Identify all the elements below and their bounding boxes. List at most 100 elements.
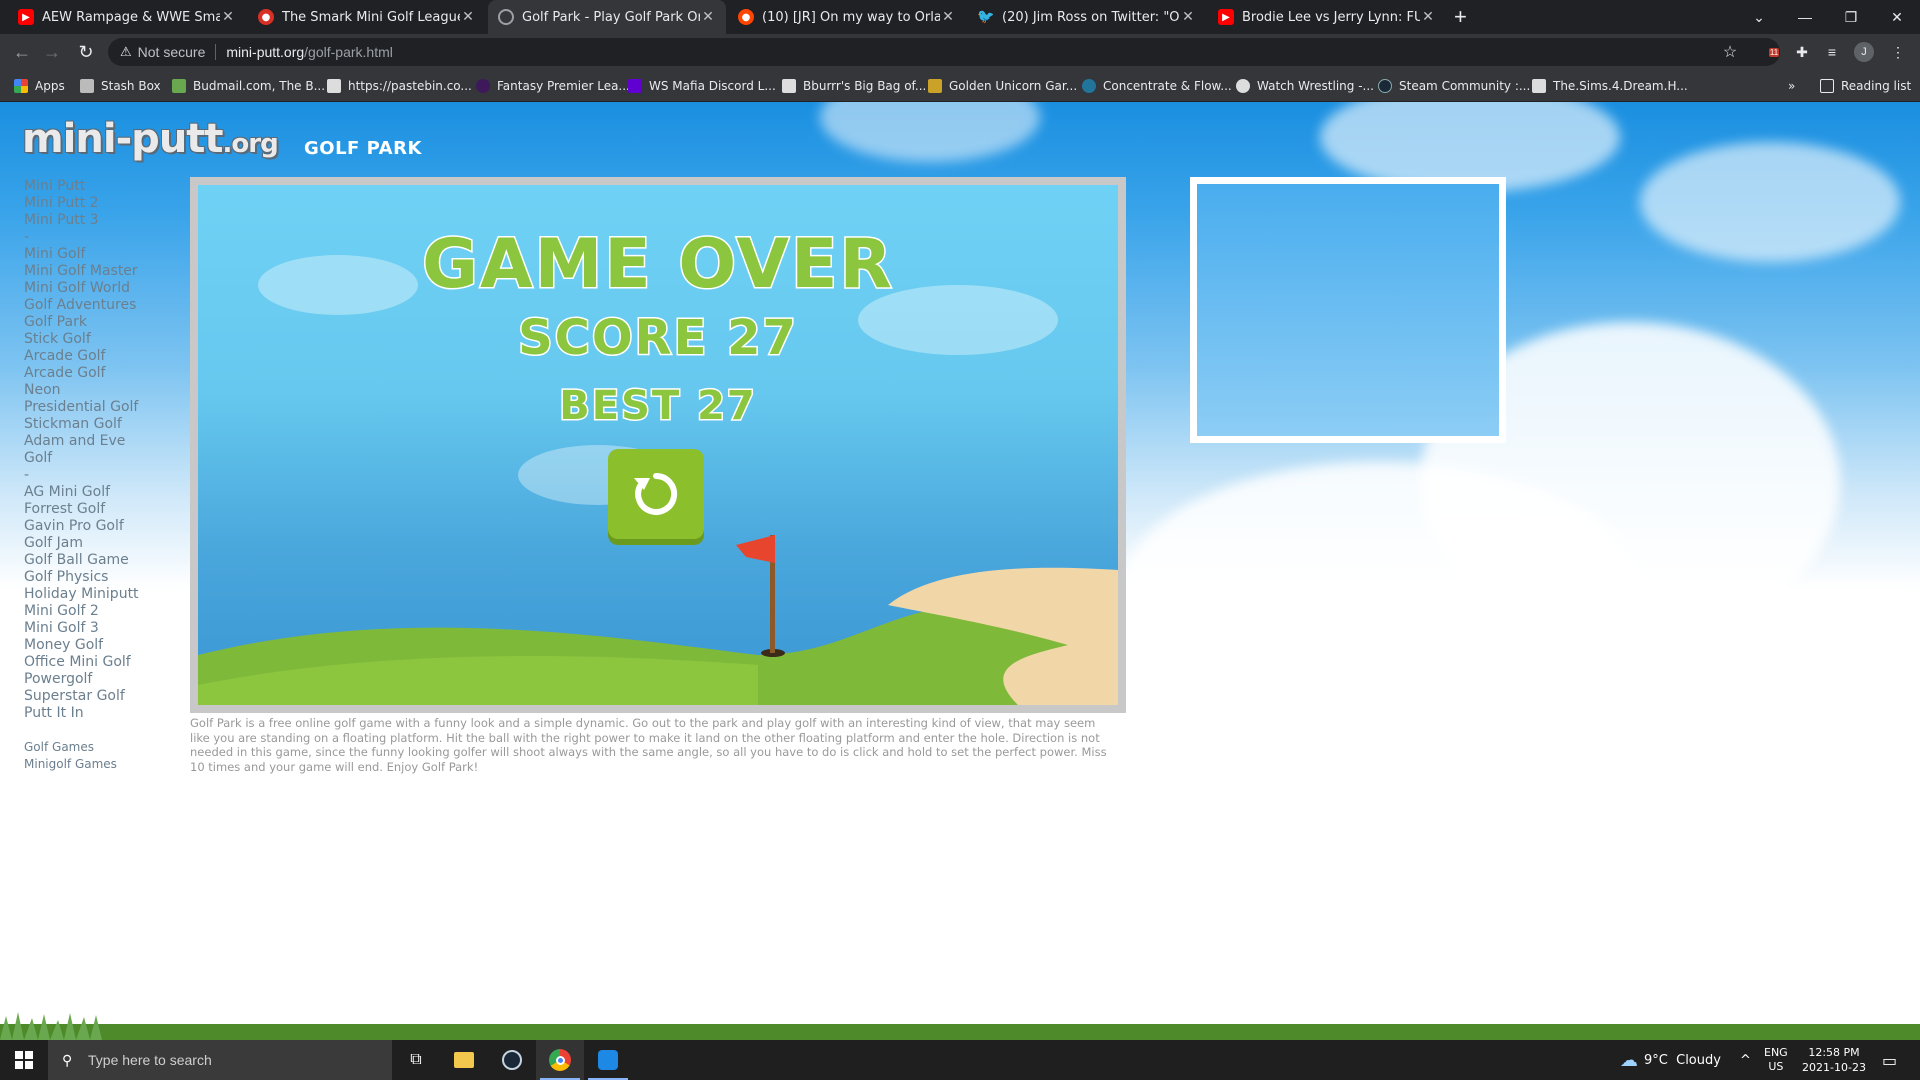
nav-link[interactable]: Mini Golf 3	[24, 620, 174, 637]
nav-link[interactable]: Golf Park	[24, 314, 174, 331]
nav-link[interactable]: Golf Ball Game	[24, 552, 174, 569]
nav-link[interactable]: Mini Golf World	[24, 280, 174, 297]
tab-search-icon[interactable]: ⌄	[1736, 0, 1782, 34]
start-button[interactable]	[0, 1040, 48, 1080]
nav-link[interactable]: AG Mini Golf	[24, 484, 174, 501]
notifications-icon[interactable]: ▭	[1882, 1040, 1897, 1080]
game-description: Golf Park is a free online golf game wit…	[190, 716, 1107, 774]
nav-link[interactable]: Golf	[24, 450, 174, 467]
star-icon[interactable]: ☆	[1720, 42, 1740, 62]
forward-button[interactable]: →	[40, 40, 64, 64]
chrome-icon[interactable]	[536, 1040, 584, 1080]
bookmark-item[interactable]: Fantasy Premier Lea...	[476, 77, 630, 95]
close-window-button[interactable]: ✕	[1874, 0, 1920, 34]
divider	[215, 44, 217, 60]
extension-icon[interactable]: 11	[1764, 42, 1784, 62]
nav-link[interactable]: Arcade Golf	[24, 365, 174, 382]
reading-list[interactable]: Reading list	[1820, 77, 1911, 95]
steam-icon[interactable]	[488, 1040, 536, 1080]
close-tab-icon[interactable]: ✕	[460, 9, 476, 25]
nav-link[interactable]: Arcade Golf	[24, 348, 174, 365]
menu-kebab-icon[interactable]: ⋮	[1888, 42, 1908, 62]
nav-link[interactable]: Mini Golf	[24, 246, 174, 263]
bookmark-item[interactable]: Budmail.com, The B...	[172, 77, 325, 95]
nav-link[interactable]: Neon	[24, 382, 174, 399]
language-indicator[interactable]: ENG US	[1764, 1040, 1788, 1080]
bookmark-item[interactable]: Golden Unicorn Gar...	[928, 77, 1077, 95]
nav-link[interactable]: Mini Putt 3	[24, 212, 174, 229]
nav-link[interactable]: Golf Adventures	[24, 297, 174, 314]
close-tab-icon[interactable]: ✕	[1420, 9, 1436, 25]
bookmark-item[interactable]: Stash Box	[80, 77, 161, 95]
close-tab-icon[interactable]: ✕	[940, 9, 956, 25]
tab-active[interactable]: Golf Park - Play Golf Park Online ✕	[488, 0, 726, 34]
nav-link[interactable]: Stickman Golf	[24, 416, 174, 433]
leaf-icon	[172, 79, 186, 93]
address-bar[interactable]: ⚠ Not secure mini-putt.org/golf-park.htm…	[108, 38, 1780, 66]
file-explorer-icon[interactable]	[440, 1040, 488, 1080]
profile-initial: J	[1854, 42, 1874, 62]
bookmark-item[interactable]: WS Mafia Discord L...	[628, 77, 776, 95]
nav-link[interactable]: Forrest Golf	[24, 501, 174, 518]
bookmark-item[interactable]: https://pastebin.co...	[327, 77, 472, 95]
bookmark-item[interactable]: Steam Community :...	[1378, 77, 1530, 95]
taskbar-search[interactable]: ⚲ Type here to search	[48, 1040, 392, 1080]
nav-link[interactable]: Golf Jam	[24, 535, 174, 552]
bookmarks-overflow-icon[interactable]: »	[1788, 77, 1795, 95]
bookmark-item[interactable]: The.Sims.4.Dream.H...	[1532, 77, 1688, 95]
media-control-icon[interactable]: ≡	[1822, 42, 1842, 62]
tab[interactable]: ● (10) [JR] On my way to Orlando f ✕	[728, 0, 966, 34]
tab-strip: ▶ AEW Rampage & WWE Smackdo ✕ ● The Smar…	[0, 0, 1920, 34]
nav-link[interactable]: Putt It In	[24, 705, 174, 722]
replay-button[interactable]	[608, 449, 704, 539]
nav-link[interactable]: Holiday Miniputt	[24, 586, 174, 603]
nav-link[interactable]: Stick Golf	[24, 331, 174, 348]
close-tab-icon[interactable]: ✕	[220, 9, 236, 25]
clock[interactable]: 12:58 PM 2021-10-23	[1800, 1040, 1868, 1080]
nav-link[interactable]: Adam and Eve	[24, 433, 174, 450]
bookmark-item[interactable]: Watch Wrestling -...	[1236, 77, 1374, 95]
nav-link[interactable]: Mini Putt 2	[24, 195, 174, 212]
bookmark-item[interactable]: Concentrate & Flow...	[1082, 77, 1232, 95]
nav-link[interactable]: Money Golf	[24, 637, 174, 654]
bookmark-item[interactable]: Bburrr's Big Bag of...	[782, 77, 926, 95]
nav-link[interactable]: Powergolf	[24, 671, 174, 688]
app-icon[interactable]	[584, 1040, 632, 1080]
reload-button[interactable]: ↻	[74, 40, 98, 64]
weather-text: 9°C Cloudy	[1644, 1052, 1721, 1068]
nav-link[interactable]: Mini Putt	[24, 178, 174, 195]
tab[interactable]: ▶ Brodie Lee vs Jerry Lynn: FULL M ✕	[1208, 0, 1446, 34]
minimize-button[interactable]: —	[1782, 0, 1828, 34]
close-tab-icon[interactable]: ✕	[700, 9, 716, 25]
bookmark-label: Bburrr's Big Bag of...	[803, 79, 927, 93]
tab[interactable]: ● The Smark Mini Golf League 202 ✕	[248, 0, 486, 34]
windows-taskbar: ⚲ Type here to search ⧉ ☁ 9°C Cloudy ^ E…	[0, 1040, 1920, 1080]
game-canvas[interactable]: GAME OVER SCORE 27 BEST 27	[198, 185, 1118, 705]
nav-link[interactable]: Mini Golf Master	[24, 263, 174, 280]
puzzle-icon[interactable]: ✚	[1792, 42, 1812, 62]
new-tab-button[interactable]: +	[1454, 4, 1467, 30]
nav-link[interactable]: Superstar Golf	[24, 688, 174, 705]
nav-link[interactable]: Golf Physics	[24, 569, 174, 586]
nav-link[interactable]: Golf Games	[24, 739, 174, 756]
task-view-icon[interactable]: ⧉	[392, 1040, 440, 1080]
close-tab-icon[interactable]: ✕	[1180, 9, 1196, 25]
bookmark-apps[interactable]: Apps	[14, 77, 65, 95]
bookmark-label: Apps	[35, 79, 65, 93]
site-logo[interactable]: mini-putt.org	[22, 116, 279, 162]
nav-link[interactable]: Minigolf Games	[24, 756, 174, 773]
unicorn-icon	[928, 79, 942, 93]
nav-link[interactable]: Gavin Pro Golf	[24, 518, 174, 535]
nav-link[interactable]: Mini Golf 2	[24, 603, 174, 620]
avatar[interactable]: J	[1854, 42, 1874, 62]
tab[interactable]: ▶ AEW Rampage & WWE Smackdo ✕	[8, 0, 246, 34]
weather-widget[interactable]: ☁ 9°C Cloudy	[1620, 1040, 1721, 1080]
nav-link[interactable]: Office Mini Golf	[24, 654, 174, 671]
tab[interactable]: 🐦 (20) Jim Ross on Twitter: "On my ✕	[968, 0, 1206, 34]
background-cloud	[1640, 142, 1900, 262]
restore-button[interactable]: ❐	[1828, 0, 1874, 34]
tray-expand-icon[interactable]: ^	[1740, 1040, 1751, 1080]
nav-link[interactable]: Presidential Golf	[24, 399, 174, 416]
back-button[interactable]: ←	[10, 40, 34, 64]
bookmarks-bar: Apps Stash Box Budmail.com, The B... htt…	[0, 70, 1920, 102]
